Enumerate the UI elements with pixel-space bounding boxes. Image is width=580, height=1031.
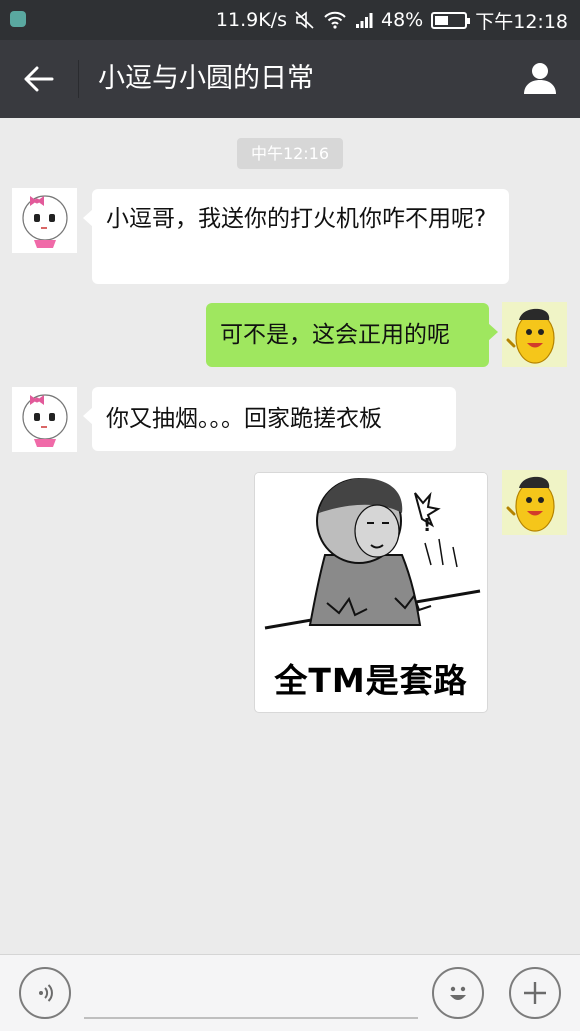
input-bar bbox=[0, 954, 580, 1031]
voice-input-button[interactable] bbox=[19, 967, 71, 1019]
emoji-icon bbox=[450, 986, 466, 1000]
message-bubble[interactable]: 你又抽烟。。。回家跪搓衣板 bbox=[83, 387, 456, 451]
network-speed: 11.9K/s bbox=[215, 9, 287, 31]
meme-image: ! bbox=[255, 473, 487, 663]
title-bar: 小逗与小圆的日常 bbox=[0, 40, 580, 118]
wifi-icon bbox=[324, 11, 346, 29]
contact-avatar[interactable] bbox=[12, 188, 77, 253]
svg-text:!: ! bbox=[423, 515, 431, 536]
bean-cartoon-avatar bbox=[506, 476, 555, 532]
signal-icon bbox=[356, 13, 373, 28]
message-text: 你又抽烟。。。回家跪搓衣板 bbox=[106, 406, 382, 432]
my-avatar[interactable] bbox=[502, 470, 567, 535]
arrow-left-icon bbox=[24, 66, 54, 92]
my-avatar[interactable] bbox=[502, 302, 567, 367]
bean-cartoon-avatar bbox=[506, 308, 555, 364]
title-divider bbox=[78, 60, 79, 98]
chat-title: 小逗与小圆的日常 bbox=[98, 63, 314, 94]
message-input[interactable] bbox=[84, 1017, 418, 1019]
message-bubble-mine[interactable]: 可不是，这会正用的呢 bbox=[206, 303, 498, 367]
voice-icon bbox=[39, 984, 53, 1002]
message-text: 可不是，这会正用的呢 bbox=[220, 322, 450, 348]
message-timestamp: 中午12:16 bbox=[237, 138, 343, 169]
mute-icon bbox=[295, 11, 314, 29]
message-bubble[interactable]: 小逗哥，我送你的打火机你咋不用呢? bbox=[83, 189, 509, 284]
contact-avatar[interactable] bbox=[12, 387, 77, 452]
plus-icon bbox=[524, 982, 546, 1004]
back-button[interactable] bbox=[14, 54, 64, 104]
battery-level bbox=[435, 15, 449, 25]
message-text: 小逗哥，我送你的打火机你咋不用呢? bbox=[106, 206, 487, 232]
chat-info-button[interactable] bbox=[518, 56, 562, 100]
app-notification-icon bbox=[10, 11, 26, 27]
status-bar-right: 11.9K/s 48% 下午12:18 bbox=[216, 0, 568, 40]
girl-cartoon-avatar bbox=[22, 195, 68, 248]
emoji-button[interactable] bbox=[432, 967, 484, 1019]
person-icon bbox=[524, 63, 556, 94]
status-bar: 11.9K/s 48% 下午12:18 bbox=[0, 0, 580, 40]
image-message[interactable]: ! 全TM是套路 bbox=[254, 472, 488, 713]
girl-cartoon-avatar bbox=[22, 394, 68, 447]
meme-caption: 全TM是套路 bbox=[274, 661, 468, 700]
battery-percent: 48% bbox=[381, 9, 424, 31]
clock: 下午12:18 bbox=[475, 10, 568, 33]
more-functions-button[interactable] bbox=[509, 967, 561, 1019]
battery-icon bbox=[431, 11, 471, 29]
